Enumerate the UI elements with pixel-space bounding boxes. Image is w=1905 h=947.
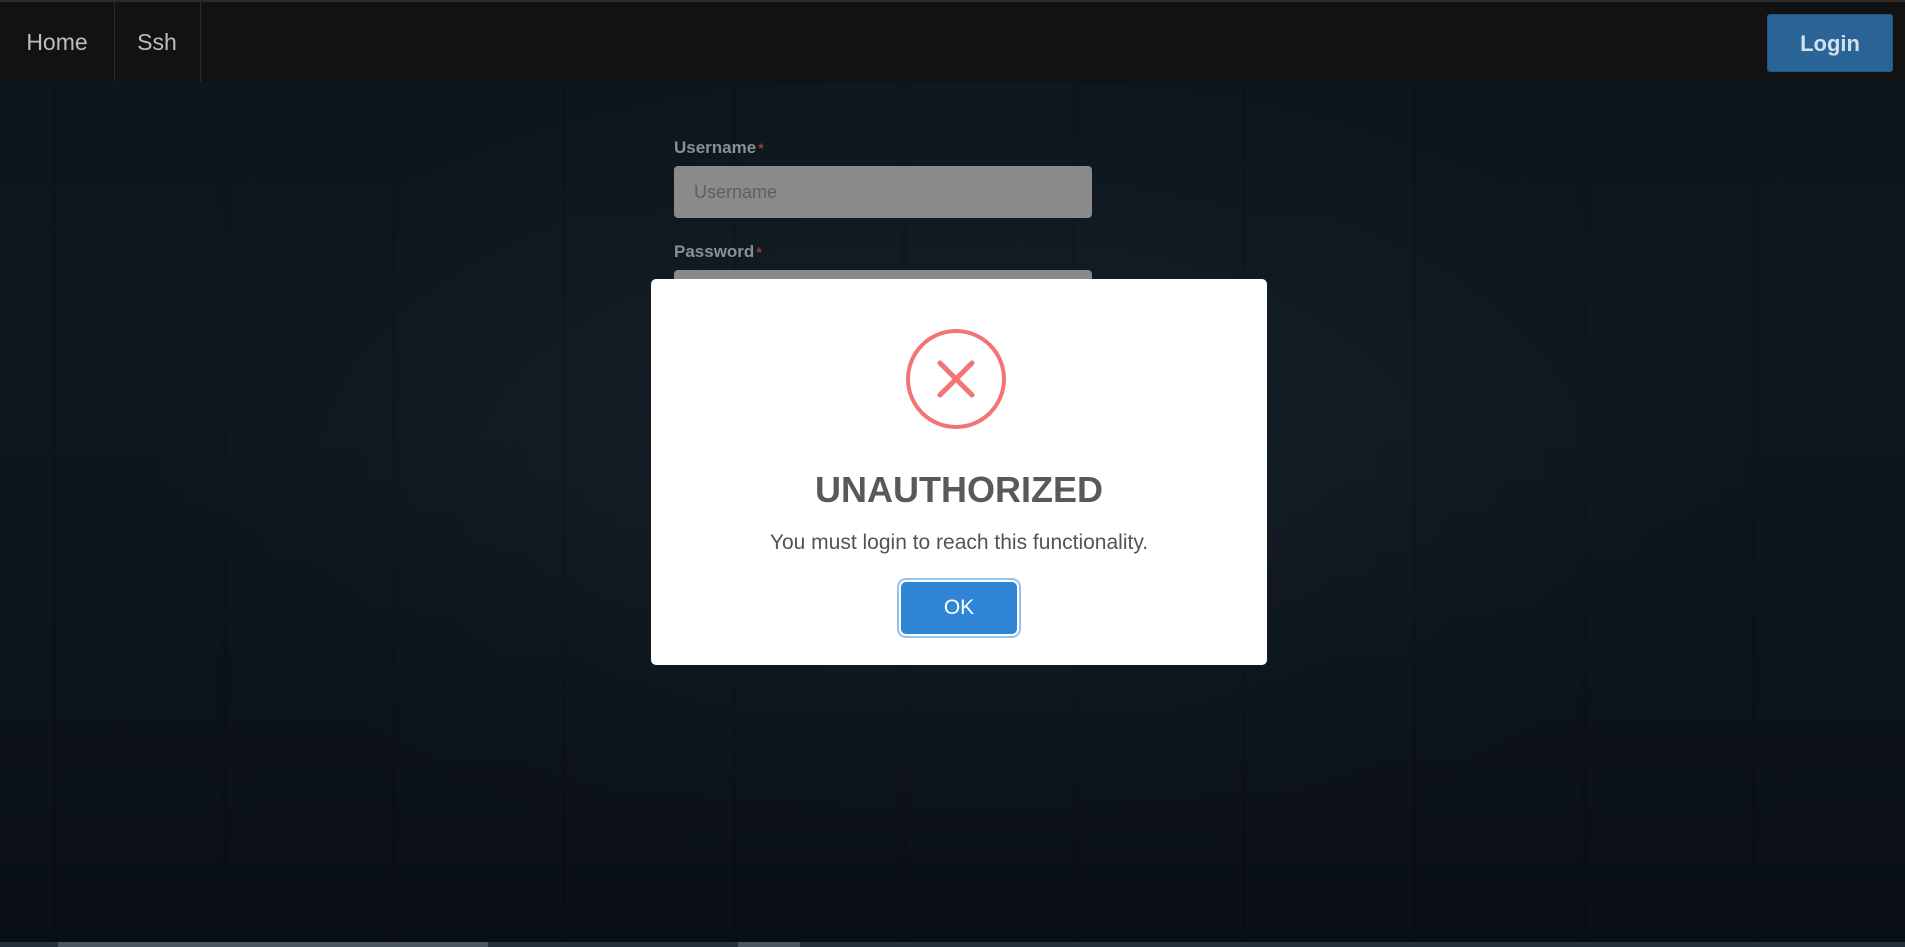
- scrollbar-segment: [738, 942, 800, 947]
- required-marker: *: [756, 244, 762, 260]
- error-x-icon: [906, 329, 1006, 429]
- username-input[interactable]: [674, 166, 1092, 218]
- nav-ssh-link[interactable]: Ssh: [114, 2, 201, 82]
- password-label-text: Password: [674, 242, 755, 261]
- dialog-title: UNAUTHORIZED: [815, 469, 1103, 510]
- dialog-message: You must login to reach this functionali…: [769, 531, 1149, 554]
- ok-button[interactable]: OK: [901, 582, 1017, 634]
- scrollbar-thumb[interactable]: [58, 942, 488, 947]
- username-label-text: Username: [674, 138, 757, 157]
- login-button[interactable]: Login: [1767, 14, 1893, 72]
- password-label: Password *: [674, 240, 1092, 264]
- navbar: Home Ssh Login: [0, 0, 1905, 82]
- required-marker: *: [758, 140, 764, 156]
- error-dialog: UNAUTHORIZED You must login to reach thi…: [651, 279, 1267, 665]
- nav-home-link[interactable]: Home: [0, 2, 115, 82]
- username-label: Username *: [674, 136, 1092, 160]
